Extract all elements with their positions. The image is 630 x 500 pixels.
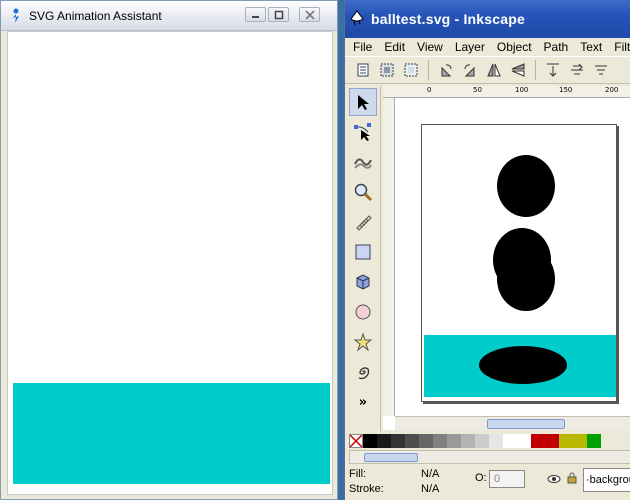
left-titlebar: SVG Animation Assistant [1,1,337,31]
menu-text[interactable]: Text [580,40,602,54]
color-swatch[interactable] [461,434,475,448]
raise-icon[interactable] [567,60,587,80]
spiral-tool-icon[interactable] [349,358,377,386]
ball-middle-copy[interactable] [497,247,555,311]
color-swatch[interactable] [419,434,433,448]
scroll-thumb[interactable] [487,419,565,429]
left-window-controls [245,7,320,22]
measure-tool-icon[interactable] [349,208,377,236]
svg-animation-assistant-window: SVG Animation Assistant [0,0,338,500]
lower-icon[interactable] [591,60,611,80]
ball-top[interactable] [497,155,555,217]
menu-filters[interactable]: Filte [614,40,630,54]
menu-view[interactable]: View [417,40,443,54]
toolbar-separator [428,60,429,80]
ruler-tick-label: 200 [605,86,619,94]
ruler-tick-label: 100 [515,86,529,94]
deselect-icon[interactable] [401,60,421,80]
ellipse-tool-icon[interactable] [349,298,377,326]
eye-icon[interactable] [547,474,561,487]
opacity-label: O: [475,472,487,484]
flip-horizontal-icon[interactable] [484,60,504,80]
color-swatch[interactable] [559,434,573,448]
toolbar-separator [535,60,536,80]
rectangle-tool-icon[interactable] [349,238,377,266]
select-in-all-layers-icon[interactable] [377,60,397,80]
rotate-ccw-icon[interactable] [436,60,456,80]
horizontal-scrollbar[interactable] [395,416,630,430]
stroke-label: Stroke: [349,483,384,495]
palette-scrollbar[interactable] [349,450,630,464]
tool-box: » [345,86,381,432]
ruler-tick-label: 0 [427,86,432,94]
opacity-input[interactable]: 0 [489,470,525,488]
close-button[interactable] [299,7,320,22]
fill-value[interactable]: N/A [421,468,439,480]
color-swatch[interactable] [447,434,461,448]
color-swatch[interactable] [377,434,391,448]
3d-box-tool-icon[interactable] [349,268,377,296]
document-page [421,124,617,402]
left-window-title: SVG Animation Assistant [29,8,162,23]
color-swatch[interactable] [517,434,531,448]
current-layer-selector[interactable]: ·backgrou [583,468,630,492]
color-swatch[interactable] [363,434,377,448]
canvas[interactable]: 0 50 100 150 200 [383,86,630,430]
ruler-tick-label: 50 [473,86,482,94]
stroke-value[interactable]: N/A [421,483,439,495]
status-bar: Fill: N/A Stroke: N/A O: 0 ·backgrou [349,466,630,500]
color-swatch[interactable] [391,434,405,448]
flip-vertical-icon[interactable] [508,60,528,80]
more-tools-icon[interactable]: » [349,388,377,416]
right-window-title: balltest.svg - Inkscape [371,11,525,27]
inkscape-window: balltest.svg - Inkscape File Edit View L… [344,0,630,500]
raise-to-top-icon[interactable] [543,60,563,80]
selector-tool-icon[interactable] [349,88,377,116]
commands-toolbar [345,56,630,84]
color-swatch[interactable] [475,434,489,448]
color-swatch[interactable] [531,434,545,448]
color-swatch[interactable] [545,434,559,448]
palette-scroll-thumb[interactable] [364,453,418,462]
color-swatch[interactable] [405,434,419,448]
fill-label: Fill: [349,468,367,480]
horizontal-ruler: 0 50 100 150 200 [383,86,630,98]
menubar: File Edit View Layer Object Path Text Fi… [345,38,630,56]
menu-layer[interactable]: Layer [455,40,485,54]
color-swatch[interactable] [587,434,601,448]
app-icon [9,8,23,24]
node-tool-icon[interactable] [349,118,377,146]
ground-rectangle [13,383,330,484]
color-swatch[interactable] [433,434,447,448]
right-titlebar: balltest.svg - Inkscape [345,0,630,38]
color-swatch[interactable] [573,434,587,448]
ball-squashed[interactable] [479,346,567,384]
rotate-cw-icon[interactable] [460,60,480,80]
color-swatch[interactable] [489,434,503,448]
maximize-button[interactable] [268,7,289,22]
inkscape-icon [349,9,365,29]
lock-icon[interactable] [567,472,577,487]
menu-path[interactable]: Path [544,40,569,54]
color-swatch[interactable] [503,434,517,448]
tweak-tool-icon[interactable] [349,148,377,176]
zoom-tool-icon[interactable] [349,178,377,206]
color-palette [349,434,630,448]
vertical-ruler [383,98,395,416]
ruler-tick-label: 150 [559,86,573,94]
no-paint-swatch[interactable] [349,434,363,448]
menu-file[interactable]: File [353,40,372,54]
star-tool-icon[interactable] [349,328,377,356]
animation-preview-area[interactable] [7,31,333,495]
select-all-icon[interactable] [353,60,373,80]
menu-edit[interactable]: Edit [384,40,405,54]
drawing [424,155,616,397]
minimize-button[interactable] [245,7,266,22]
menu-object[interactable]: Object [497,40,532,54]
